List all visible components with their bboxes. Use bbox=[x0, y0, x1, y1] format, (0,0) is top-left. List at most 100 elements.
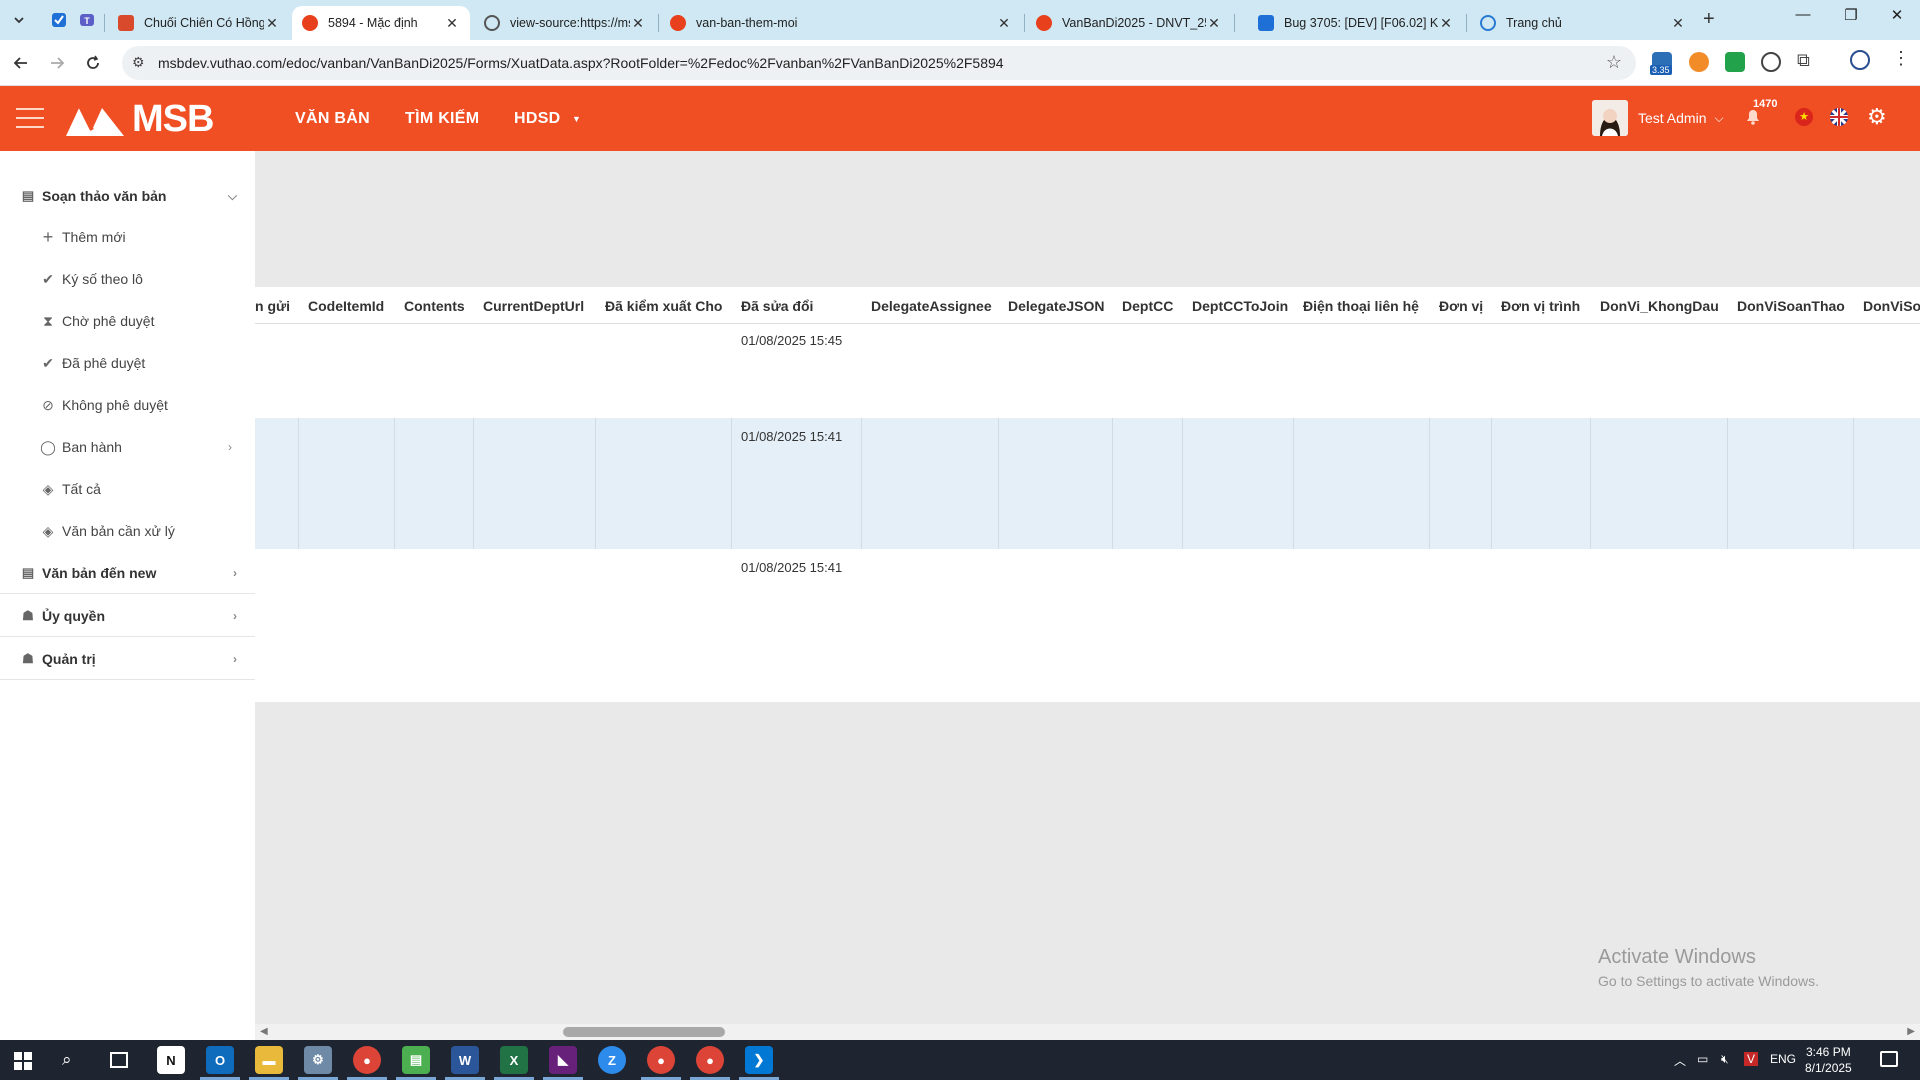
sidebar-item-da-phe-duyet[interactable]: ✔ Đã phê duyệt bbox=[40, 352, 145, 374]
table-row[interactable]: 01/08/2025 15:41 bbox=[255, 418, 1920, 549]
close-tab-icon[interactable]: ✕ bbox=[630, 15, 646, 32]
puzzle-extensions-icon[interactable]: ⧉ bbox=[1797, 50, 1810, 71]
column-header[interactable]: DelegateAssignee bbox=[871, 298, 992, 314]
close-tab-icon[interactable]: ✕ bbox=[1206, 15, 1222, 32]
scrollbar-thumb[interactable] bbox=[563, 1027, 725, 1037]
forward-button[interactable] bbox=[44, 50, 70, 76]
sidebar-item-cho-phe-duyet[interactable]: ⧗ Chờ phê duyệt bbox=[40, 310, 154, 332]
visual-studio-icon[interactable]: ◣ bbox=[549, 1046, 577, 1074]
column-header[interactable]: DonVi_KhongDau bbox=[1600, 298, 1719, 314]
language-indicator[interactable]: ENG bbox=[1770, 1052, 1796, 1066]
tab-5[interactable]: VanBanDi2025 - DNVT_2507 ✕ bbox=[1026, 6, 1232, 40]
sidebar-item-them-moi[interactable]: + Thêm mới bbox=[40, 226, 126, 248]
nav-tim-kiem[interactable]: TÌM KIẾM bbox=[405, 110, 479, 128]
system-clock[interactable]: 3:46 PM 8/1/2025 bbox=[1805, 1044, 1852, 1076]
sidebar-item-tat-ca[interactable]: ◈ Tất cả bbox=[40, 478, 101, 500]
horizontal-scrollbar[interactable]: ◀ ▶ bbox=[255, 1024, 1920, 1040]
tab-4[interactable]: van-ban-them-moi ✕ bbox=[660, 6, 1022, 40]
close-tab-icon[interactable]: ✕ bbox=[444, 15, 460, 32]
tab-1[interactable]: Chuối Chiên Có Hồng - Ăn V ✕ bbox=[108, 6, 290, 40]
menu-kebab-icon[interactable]: ⋮ bbox=[1892, 48, 1910, 69]
excel-app-icon[interactable]: X bbox=[500, 1046, 528, 1074]
windows-start-icon[interactable] bbox=[14, 1052, 32, 1075]
table-row[interactable]: 01/08/2025 15:41 bbox=[255, 549, 1920, 663]
notepad-app-icon[interactable]: ▤ bbox=[402, 1046, 430, 1074]
extension-icon[interactable] bbox=[1725, 52, 1745, 72]
zalo-app-icon[interactable]: Z bbox=[598, 1046, 626, 1074]
back-button[interactable] bbox=[8, 50, 34, 76]
volume-muted-icon[interactable]: 🔇︎ bbox=[1721, 1052, 1729, 1067]
profile-icon[interactable] bbox=[1850, 50, 1870, 70]
notion-app-icon[interactable]: N bbox=[157, 1046, 185, 1074]
sidebar-group-quan-tri[interactable]: ☗ Quản trị › bbox=[0, 638, 255, 680]
uk-flag-icon[interactable] bbox=[1830, 108, 1848, 126]
column-header[interactable]: n gửi bbox=[255, 298, 290, 314]
vietnam-flag-icon[interactable]: ★ bbox=[1795, 108, 1813, 126]
column-header[interactable]: Đã sửa đổi bbox=[741, 298, 813, 314]
tray-app-icon[interactable]: V bbox=[1744, 1052, 1759, 1066]
user-menu[interactable]: Test Admin ⌵ bbox=[1592, 100, 1724, 136]
extension-icon[interactable] bbox=[1761, 52, 1781, 72]
close-tab-icon[interactable]: ✕ bbox=[996, 15, 1012, 32]
sidebar-item-van-ban-can-xu-ly[interactable]: ◈ Văn bản cần xử lý bbox=[40, 520, 175, 542]
column-header[interactable]: DeptCC bbox=[1122, 298, 1173, 314]
msb-logo[interactable]: MSB bbox=[62, 98, 214, 141]
minimize-button[interactable]: — bbox=[1780, 6, 1826, 23]
column-header[interactable]: Đơn vị trình bbox=[1501, 298, 1580, 314]
settings-gear-icon[interactable]: ⚙ bbox=[1867, 104, 1887, 130]
tab-7[interactable]: Trang chủ ✕ bbox=[1470, 6, 1696, 40]
outlook-app-icon[interactable]: O bbox=[206, 1046, 234, 1074]
tab-2-active[interactable]: 5894 - Mặc định ✕ bbox=[292, 6, 470, 40]
chrome-profile-icon[interactable]: ● bbox=[647, 1046, 675, 1074]
column-header[interactable]: CurrentDeptUrl bbox=[483, 298, 584, 314]
column-header[interactable]: Điện thoại liên hệ bbox=[1303, 298, 1419, 314]
column-header[interactable]: DelegateJSON bbox=[1008, 298, 1104, 314]
tab-6[interactable]: Bug 3705: [DEV] [F06.02] Kiể ✕ bbox=[1248, 6, 1464, 40]
sidebar-item-ky-so-theo-lo[interactable]: ✔ Ký số theo lô bbox=[40, 268, 143, 290]
vscode-app-icon[interactable]: ❯ bbox=[745, 1046, 773, 1074]
pinned-tab-teams[interactable]: T bbox=[76, 9, 98, 31]
tab-search-button[interactable] bbox=[8, 9, 30, 31]
tab-3[interactable]: view-source:https://msbdev.v ✕ bbox=[474, 6, 656, 40]
sidebar-item-khong-phe-duyet[interactable]: ⊘ Không phê duyệt bbox=[40, 394, 168, 416]
column-header[interactable]: DeptCCToJoin bbox=[1192, 298, 1288, 314]
restore-button[interactable]: ❐ bbox=[1828, 6, 1874, 24]
close-tab-icon[interactable]: ✕ bbox=[1438, 15, 1454, 32]
task-view-icon[interactable] bbox=[110, 1052, 128, 1068]
extension-icon[interactable] bbox=[1689, 52, 1709, 72]
network-icon[interactable]: ▭ bbox=[1697, 1052, 1708, 1066]
site-info-icon[interactable]: ⚙ bbox=[132, 54, 145, 71]
chrome-profile-icon[interactable]: ● bbox=[696, 1046, 724, 1074]
sidebar-group-draft[interactable]: ▤ Soạn thảo văn bản ⌵ bbox=[0, 175, 255, 217]
show-hidden-icons-chevron-icon[interactable]: ︿ bbox=[1674, 1052, 1686, 1069]
new-tab-button[interactable]: + bbox=[1703, 8, 1715, 31]
hamburger-menu-icon[interactable] bbox=[16, 108, 44, 135]
column-header[interactable]: Đã kiểm xuất Cho bbox=[605, 298, 722, 314]
column-header[interactable]: Contents bbox=[404, 298, 465, 314]
nav-van-ban[interactable]: VĂN BẢN bbox=[295, 110, 370, 128]
close-tab-icon[interactable]: ✕ bbox=[1670, 15, 1686, 32]
notification-center-icon[interactable] bbox=[1880, 1051, 1898, 1067]
column-header[interactable]: DonViSoanThao bbox=[1737, 298, 1845, 314]
hdsd-dropdown-icon[interactable]: ▼ bbox=[572, 114, 581, 124]
close-window-button[interactable]: ✕ bbox=[1874, 6, 1920, 24]
column-header[interactable]: CodeItemId bbox=[308, 298, 384, 314]
sidebar-group-van-ban-den[interactable]: ▤ Văn bản đến new › bbox=[0, 552, 255, 594]
scroll-left-arrow-icon[interactable]: ◀ bbox=[260, 1026, 268, 1037]
nav-hdsd[interactable]: HDSD bbox=[514, 110, 561, 128]
column-header[interactable]: DonViSo bbox=[1863, 298, 1920, 314]
column-header[interactable]: Đơn vị bbox=[1439, 298, 1483, 314]
close-tab-icon[interactable]: ✕ bbox=[264, 15, 280, 32]
sidebar-item-ban-hanh[interactable]: ◯ Ban hành › bbox=[40, 436, 240, 458]
bookmark-star-icon[interactable]: ☆ bbox=[1606, 52, 1622, 73]
reload-button[interactable] bbox=[80, 50, 106, 76]
scroll-right-arrow-icon[interactable]: ▶ bbox=[1907, 1026, 1915, 1037]
word-app-icon[interactable]: W bbox=[451, 1046, 479, 1074]
table-row[interactable]: 01/08/2025 15:45 bbox=[255, 325, 1920, 418]
search-icon[interactable]: ⌕ bbox=[62, 1050, 72, 1070]
pinned-tab-azure[interactable] bbox=[48, 9, 70, 31]
sidebar-group-uy-quyen[interactable]: ☗ Ủy quyền › bbox=[0, 595, 255, 637]
address-bar[interactable]: ⚙ msbdev.vuthao.com/edoc/vanban/VanBanDi… bbox=[122, 46, 1636, 80]
chrome-app-icon[interactable]: ● bbox=[353, 1046, 381, 1074]
file-explorer-icon[interactable]: ▬ bbox=[255, 1046, 283, 1074]
